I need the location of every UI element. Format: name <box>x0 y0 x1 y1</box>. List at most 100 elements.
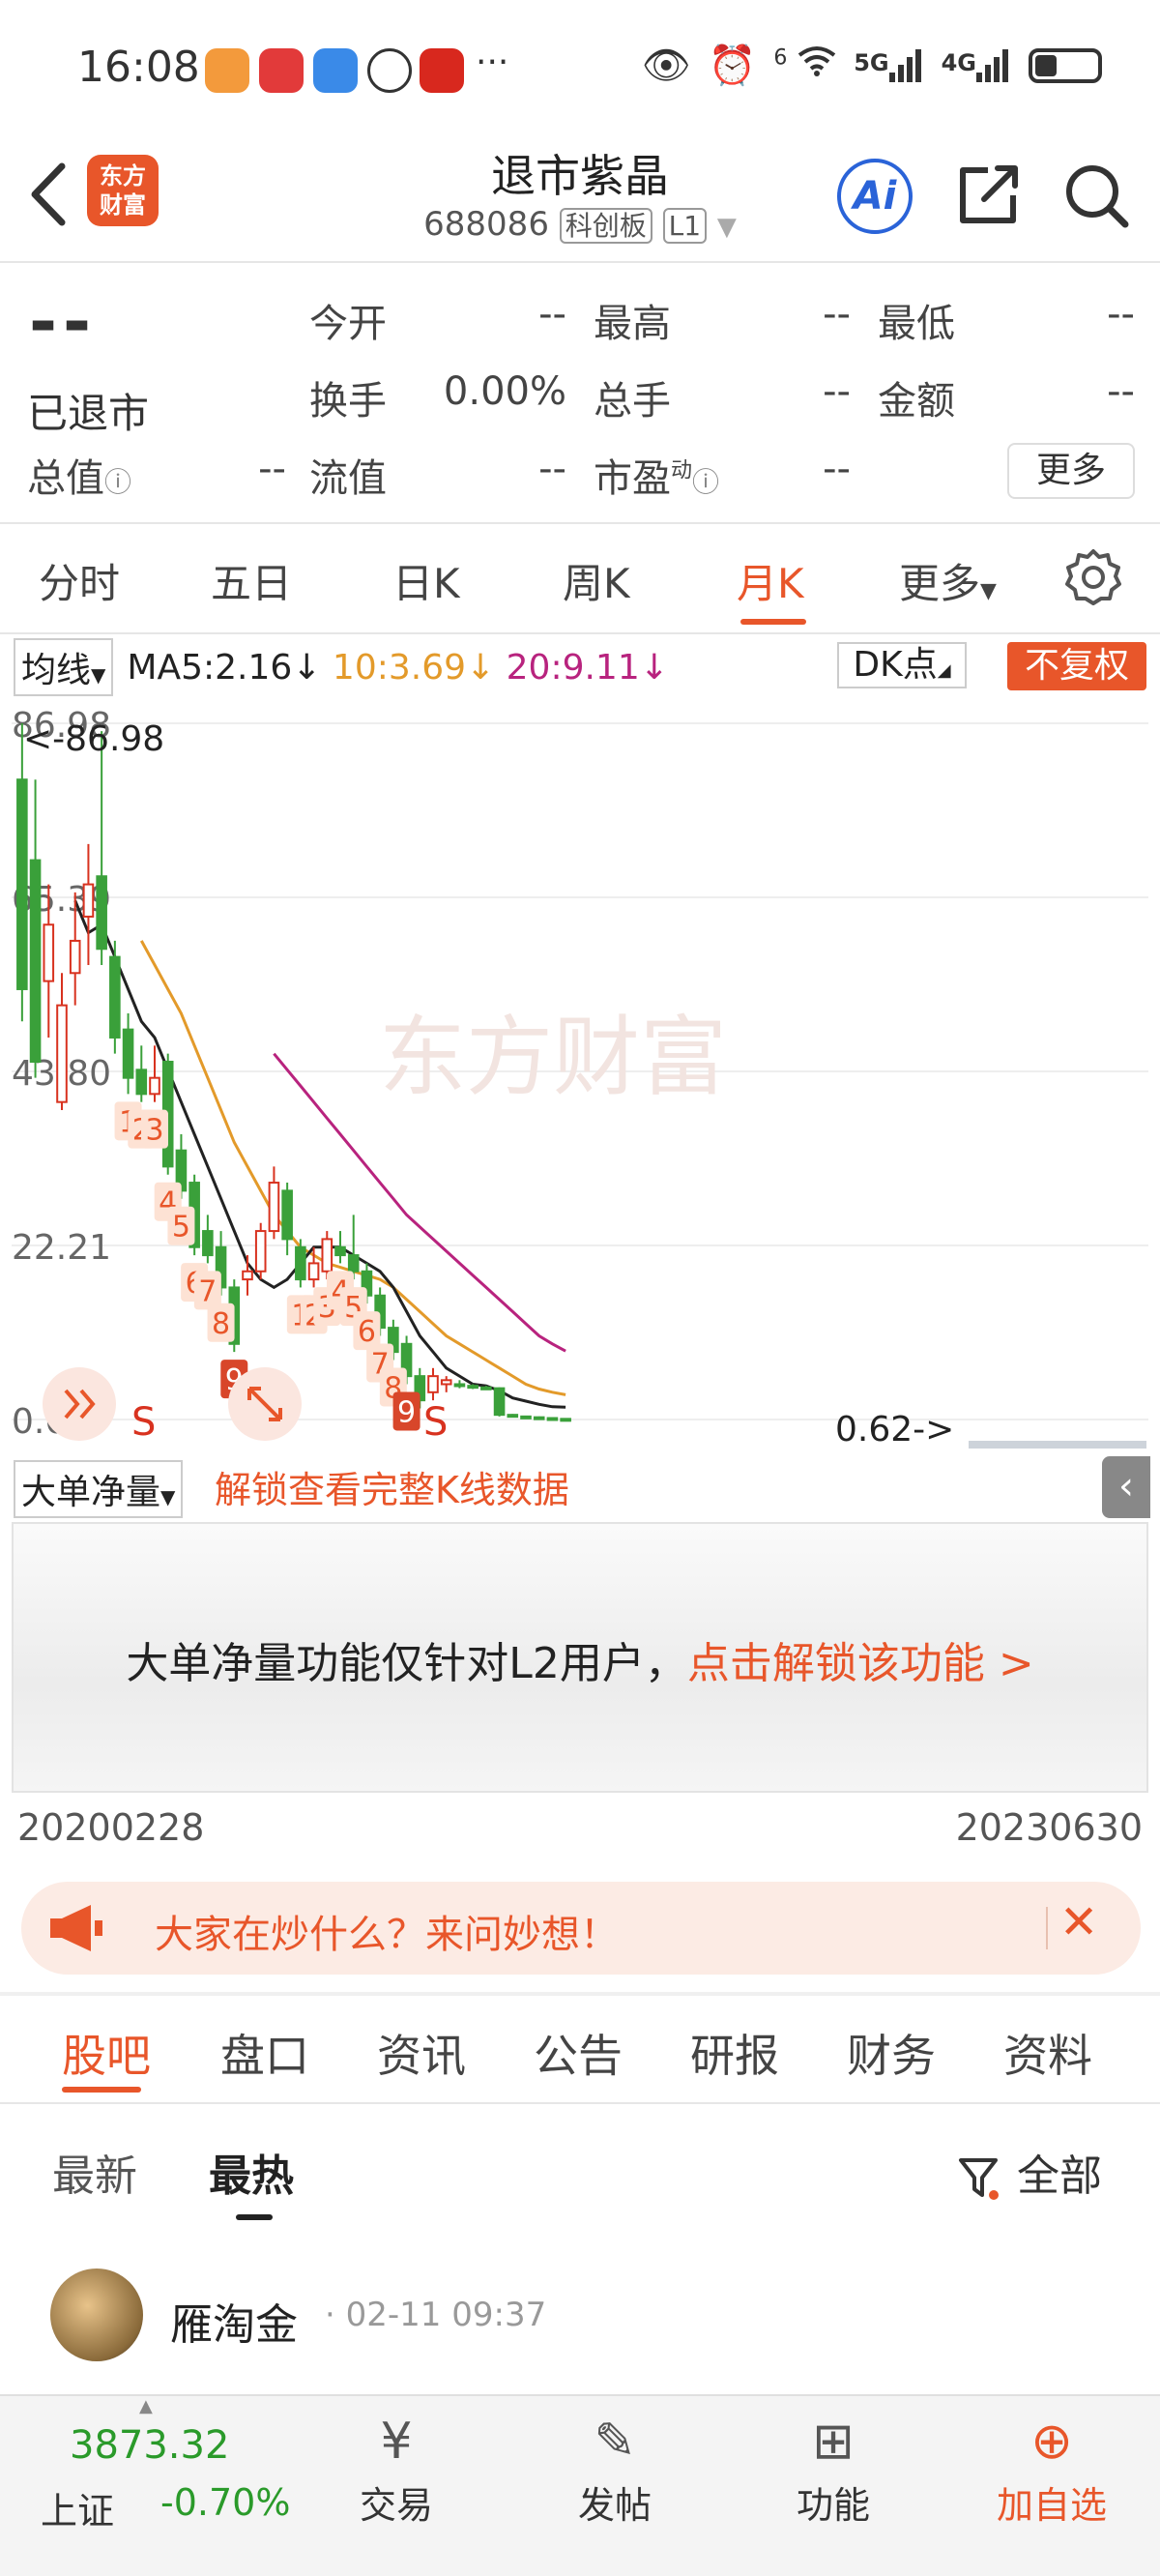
collapse-panel-button[interactable]: ‹ <box>1102 1456 1150 1518</box>
more-quote-button[interactable]: 更多 <box>1007 443 1135 499</box>
turnover-value: 0.00% <box>443 369 566 414</box>
index-value[interactable]: 3873.32 <box>70 2423 229 2468</box>
sell-marker: S <box>131 1400 156 1445</box>
amount-label: 金额 <box>878 379 955 424</box>
sell-marker: S <box>423 1400 448 1445</box>
index-change[interactable]: -0.70% <box>160 2481 290 2524</box>
expand-arrows-icon[interactable] <box>43 1367 116 1441</box>
share-icon[interactable] <box>955 161 1023 232</box>
close-icon[interactable]: ✕ <box>1059 1895 1098 1949</box>
kline-chart[interactable]: 东方财富 86.9865.3943.8022.210.62 1234567891… <box>12 700 1148 1454</box>
unlock-kline-link[interactable]: 解锁查看完整K线数据 <box>215 1460 569 1513</box>
nav-add-watchlist[interactable]: ⊕ 加自选 <box>984 2408 1119 2529</box>
tab-orderbook[interactable]: 盘口 <box>220 2021 309 2085</box>
unlock-feature-link[interactable]: 点击解锁该功能 > <box>687 1639 1034 1688</box>
td-counter-label: 8 <box>212 1307 230 1341</box>
filter-icon <box>957 2152 1017 2201</box>
avatar[interactable] <box>50 2269 143 2361</box>
candle-body <box>520 1415 532 1420</box>
tab-forum[interactable]: 股吧 <box>62 2021 151 2085</box>
candle-body <box>122 1028 134 1079</box>
candle-body <box>149 1076 160 1096</box>
total-cap-value: -- <box>258 447 286 491</box>
td-counter-label: 9 <box>397 1395 416 1429</box>
filter-button[interactable]: 全部 <box>957 2141 1102 2203</box>
candle-body <box>493 1387 506 1417</box>
system-icons: 👁 ⏰ 6 5G 4G <box>642 43 1102 88</box>
nav-post[interactable]: ✎ 发帖 <box>547 2408 682 2529</box>
tab-finance[interactable]: 财务 <box>847 2021 936 2085</box>
tab-monthly-k[interactable]: 月K <box>737 551 804 610</box>
more-notifications-icon: ··· <box>476 43 509 82</box>
dropdown-triangle-icon: ▼ <box>980 579 997 603</box>
app-notification-icon <box>420 48 464 93</box>
tab-news[interactable]: 资讯 <box>377 2021 466 2085</box>
megaphone-icon <box>46 1901 104 1959</box>
candle-body <box>453 1383 466 1388</box>
candle-body <box>281 1189 293 1241</box>
info-icon: ⓘ <box>692 466 720 498</box>
tab-weekly-k[interactable]: 周K <box>563 551 630 610</box>
ma20-value: 20:9.11 <box>506 647 640 688</box>
banner-text[interactable]: 大家在炒什么？来问妙想！ <box>155 1903 619 1959</box>
scroll-track <box>969 1441 1146 1449</box>
candle-body <box>480 1386 492 1390</box>
l2-lock-message[interactable]: 大单净量功能仅针对L2用户，点击解锁该功能 > <box>0 1628 1160 1690</box>
tab-daily-k[interactable]: 日K <box>392 551 460 610</box>
candle-body <box>321 1238 334 1273</box>
status-time: 16:08 <box>77 43 200 92</box>
candle-body <box>295 1245 306 1281</box>
candle-body <box>135 1068 148 1096</box>
tab-intraday[interactable]: 分时 <box>39 551 120 610</box>
info-icon: ⓘ <box>104 466 132 498</box>
ma5-value: MA5:2.16 <box>127 647 293 688</box>
edit-icon: ✎ <box>594 2413 636 2471</box>
candle-body <box>560 1418 571 1422</box>
divider <box>0 522 1160 524</box>
nav-functions[interactable]: ⊞ 功能 <box>766 2408 901 2529</box>
grid-icon: ⊞ <box>812 2413 855 2471</box>
ma-selector[interactable]: 均线▼ <box>14 638 114 696</box>
app-notification-icon <box>313 48 358 93</box>
td-counter-label: 5 <box>172 1211 190 1244</box>
tab-research[interactable]: 研报 <box>690 2021 779 2085</box>
pe-label[interactable]: 市盈动ⓘ <box>594 447 719 503</box>
candle-body <box>69 939 81 975</box>
status-bar: 16:08 ··· 👁 ⏰ 6 5G 4G <box>0 0 1160 135</box>
tab-more[interactable]: 更多▼ <box>899 551 997 610</box>
fullscreen-icon[interactable] <box>228 1367 302 1441</box>
search-icon[interactable] <box>1061 161 1131 234</box>
post-time: · 02-11 09:37 <box>325 2296 547 2334</box>
big-order-selector[interactable]: 大单净量▼ <box>14 1460 184 1518</box>
y-tick-label: 22.21 <box>12 1228 111 1268</box>
candle-body <box>268 1182 280 1233</box>
tab-five-day[interactable]: 五日 <box>211 551 292 610</box>
divider <box>0 2102 1160 2104</box>
index-name[interactable]: 上证 <box>41 2481 114 2534</box>
ai-assistant-button[interactable]: Ai <box>837 159 913 234</box>
alarm-icon: ⏰ <box>708 44 757 88</box>
active-tab-indicator <box>62 2087 141 2093</box>
board-tag: 科创板 <box>559 208 652 244</box>
signal-4g-icon: 4G <box>942 48 1011 82</box>
sort-hot[interactable]: 最热 <box>209 2141 294 2203</box>
app-notification-icon <box>259 48 304 93</box>
high-value: -- <box>823 292 851 337</box>
candle-body <box>96 875 107 951</box>
candle-body <box>43 923 55 982</box>
volume-value: -- <box>823 369 851 414</box>
nav-trade[interactable]: ¥ 交易 <box>329 2408 464 2529</box>
tab-profile[interactable]: 资料 <box>1003 2021 1092 2085</box>
active-tab-indicator <box>740 619 806 625</box>
total-cap-label[interactable]: 总值ⓘ <box>27 447 131 503</box>
candle-body <box>507 1414 519 1419</box>
plus-circle-icon: ⊕ <box>1030 2413 1073 2471</box>
sort-latest[interactable]: 最新 <box>52 2141 137 2203</box>
post-username[interactable]: 雁淘金 <box>170 2290 298 2352</box>
no-adjust-button[interactable]: 不复权 <box>1007 642 1146 690</box>
tab-announcements[interactable]: 公告 <box>534 2021 623 2085</box>
level-tag: L1 <box>662 208 708 244</box>
end-date: 20230630 <box>955 1806 1143 1849</box>
settings-gear-icon[interactable] <box>1063 547 1123 611</box>
dk-point-button[interactable]: DK点◢ <box>837 642 967 688</box>
